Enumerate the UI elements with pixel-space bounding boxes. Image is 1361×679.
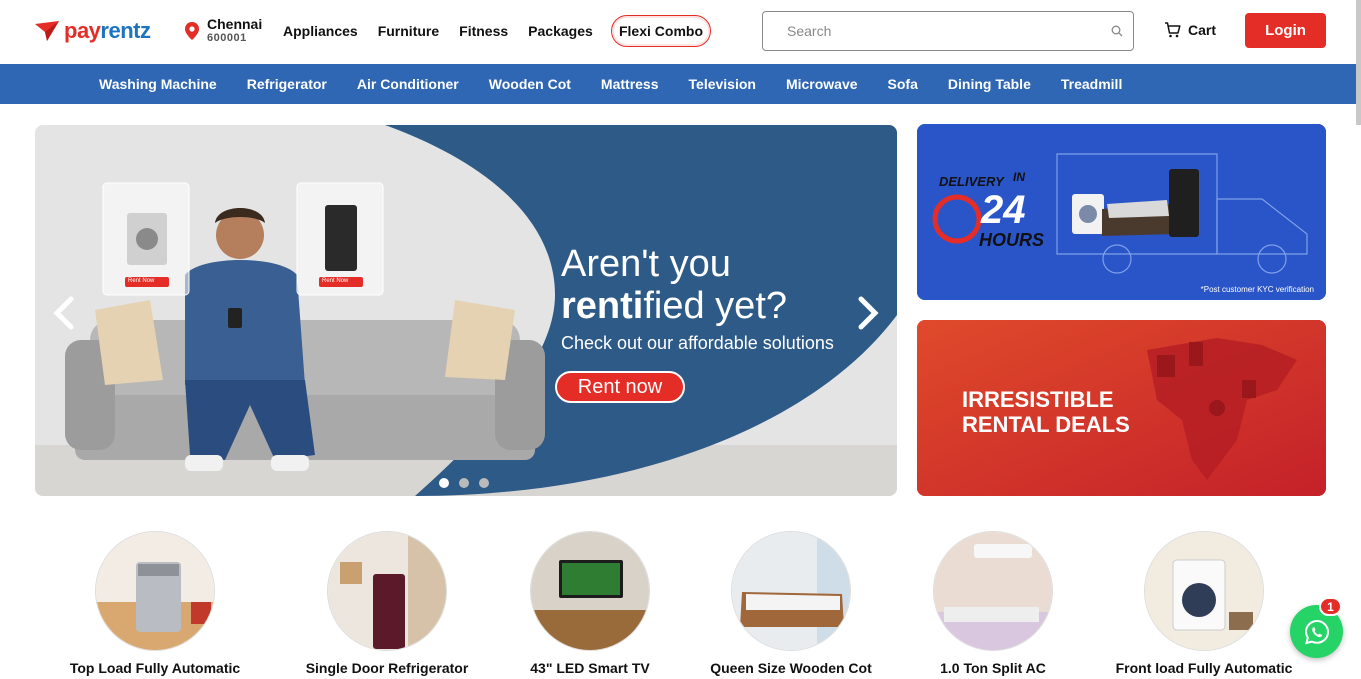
whatsapp-badge: 1: [1319, 597, 1342, 616]
product-category-wooden-cot[interactable]: Queen Size Wooden Cot: [691, 531, 891, 676]
nav-appliances[interactable]: Appliances: [283, 22, 358, 40]
category-mattress[interactable]: Mattress: [601, 76, 659, 92]
page: payrentz Chennai 600001 Appliances Furni…: [0, 0, 1361, 679]
login-button[interactable]: Login: [1245, 13, 1326, 48]
delivery-hours-number: 24: [981, 188, 1026, 232]
rental-deals-line-2: RENTAL DEALS: [962, 412, 1130, 437]
product-category-label: 43" LED Smart TV: [530, 660, 650, 676]
top-load-washer-icon: [95, 531, 215, 651]
category-washing-machine[interactable]: Washing Machine: [99, 76, 217, 92]
kyc-note: *Post customer KYC verification: [1200, 285, 1314, 294]
product-category-top-load[interactable]: Top Load Fully Automatic: [55, 531, 255, 676]
whatsapp-icon: [1304, 619, 1329, 644]
product-category-label: Single Door Refrigerator: [305, 660, 469, 676]
card-rent-now-fridge[interactable]: Rent Now: [322, 278, 348, 284]
logo-text: payrentz: [64, 18, 151, 43]
category-microwave[interactable]: Microwave: [786, 76, 858, 92]
nav-furniture[interactable]: Furniture: [378, 22, 439, 40]
search-icon[interactable]: [1111, 25, 1123, 37]
category-bar: Washing Machine Refrigerator Air Conditi…: [0, 64, 1361, 104]
hero-text: Aren't you rentified yet? Check out our …: [561, 243, 834, 354]
search-input[interactable]: [787, 23, 1111, 39]
product-category-label: 1.0 Ton Split AC: [940, 660, 1046, 676]
rental-deals-text: IRRESISTIBLE RENTAL DEALS: [962, 387, 1130, 437]
rental-deals-line-1: IRRESISTIBLE: [962, 387, 1114, 412]
split-ac-icon: [933, 531, 1053, 651]
hero-subtitle: Check out our affordable solutions: [561, 333, 834, 353]
header: payrentz Chennai 600001 Appliances Furni…: [0, 0, 1361, 64]
delivery-in-word: IN: [1013, 170, 1025, 184]
product-category-split-ac[interactable]: 1.0 Ton Split AC: [893, 531, 1093, 676]
card-rent-now-washer[interactable]: Rent Now: [128, 278, 154, 284]
location-pin-icon: [185, 22, 199, 40]
hero-carousel[interactable]: Rent Now Rent Now Aren't you rentified y…: [35, 125, 897, 496]
scrollbar[interactable]: [1356, 0, 1361, 125]
product-category-row: Top Load Fully Automatic Single Door Ref…: [0, 531, 1361, 679]
location-selector[interactable]: Chennai 600001: [185, 16, 262, 45]
product-category-smart-tv[interactable]: 43" LED Smart TV: [490, 531, 690, 676]
category-sofa[interactable]: Sofa: [888, 76, 918, 92]
product-category-label: Front load Fully Automatic: [1115, 660, 1293, 676]
category-air-conditioner[interactable]: Air Conditioner: [357, 76, 459, 92]
product-category-label: Top Load Fully Automatic: [69, 660, 241, 676]
product-category-front-load[interactable]: Front load Fully Automatic: [1104, 531, 1304, 676]
wooden-cot-icon: [731, 531, 851, 651]
delivery-hours-word: HOURS: [979, 230, 1045, 250]
cart-button[interactable]: Cart: [1164, 22, 1216, 38]
product-category-label: Queen Size Wooden Cot: [710, 660, 872, 676]
svg-text:DELIVERY: DELIVERY: [939, 174, 1005, 189]
hero-headline-2: rentified yet?: [561, 285, 788, 327]
cart-icon: [1165, 22, 1181, 38]
carousel-dot-3[interactable]: [479, 478, 489, 488]
top-nav: Appliances Furniture Fitness Packages: [283, 22, 613, 40]
search-box: [762, 11, 1134, 51]
category-television[interactable]: Television: [689, 76, 756, 92]
location-city: Chennai: [207, 16, 263, 32]
single-door-fridge-icon: [327, 531, 447, 651]
product-category-single-door[interactable]: Single Door Refrigerator: [287, 531, 487, 676]
category-refrigerator[interactable]: Refrigerator: [247, 76, 327, 92]
location-pincode: 600001: [207, 32, 247, 44]
rent-now-button[interactable]: Rent now: [555, 371, 685, 403]
nav-packages[interactable]: Packages: [528, 22, 593, 40]
carousel-next-icon[interactable]: [855, 295, 883, 331]
nav-fitness[interactable]: Fitness: [459, 22, 508, 40]
category-wooden-cot[interactable]: Wooden Cot: [489, 76, 571, 92]
hero-headline-1: Aren't you: [561, 243, 731, 285]
carousel-prev-icon[interactable]: [49, 295, 77, 331]
logo-arrow-icon: [35, 21, 59, 41]
front-load-washer-icon: [1144, 531, 1264, 651]
flexi-combo-button[interactable]: Flexi Combo: [611, 15, 711, 47]
category-dining-table[interactable]: Dining Table: [948, 76, 1031, 92]
rental-deals-banner[interactable]: IRRESISTIBLE RENTAL DEALS: [917, 320, 1326, 496]
carousel-dots: [439, 478, 489, 488]
carousel-dot-2[interactable]: [459, 478, 469, 488]
category-treadmill[interactable]: Treadmill: [1061, 76, 1122, 92]
cart-label: Cart: [1188, 22, 1217, 38]
carousel-dot-1[interactable]: [439, 478, 449, 488]
logo[interactable]: payrentz: [34, 18, 151, 44]
delivery-truck-illustration: DELIVERY: [917, 124, 1326, 300]
smart-tv-icon: [530, 531, 650, 651]
delivery-banner[interactable]: DELIVERY IN 24 HOURS *Post customer KYC …: [917, 124, 1326, 300]
